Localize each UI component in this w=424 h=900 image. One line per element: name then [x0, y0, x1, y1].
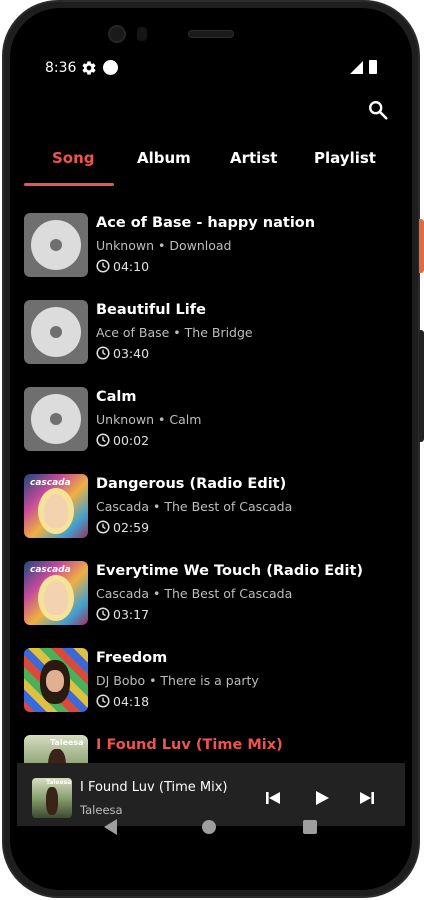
disc-placeholder-cover: [24, 213, 88, 277]
disc-icon: [31, 220, 81, 270]
song-duration-text: 00:02: [113, 433, 150, 448]
proximity-sensor: [137, 27, 147, 41]
song-row[interactable]: Beautiful Life Ace of Base • The Bridge …: [17, 300, 405, 380]
cascada-album-art: cascada: [24, 474, 88, 538]
system-nav-bar: [17, 819, 405, 850]
disc-icon: [31, 307, 81, 357]
nav-home-icon[interactable]: [202, 820, 216, 834]
song-duration-text: 04:18: [113, 694, 150, 709]
clock-icon: [96, 259, 110, 273]
cover-text: cascada: [30, 565, 71, 575]
song-row[interactable]: Ace of Base - happy nation Unknown • Dow…: [17, 213, 405, 293]
mini-player-artist: Taleesa: [80, 803, 123, 817]
song-title: Calm: [96, 389, 137, 405]
nav-back-icon[interactable]: [103, 818, 119, 836]
song-duration-text: 02:59: [113, 520, 150, 535]
search-icon[interactable]: [367, 99, 389, 121]
song-subtitle: Cascada • The Best of Cascada: [96, 586, 293, 601]
settings-gear-icon: [82, 61, 96, 75]
djbobo-album-art: [24, 648, 88, 712]
song-duration-text: 03:17: [113, 607, 150, 622]
song-subtitle: Unknown • Download: [96, 238, 232, 253]
song-duration: 02:59: [96, 520, 149, 535]
notification-dot-icon: [103, 60, 118, 75]
song-title: Dangerous (Radio Edit): [96, 476, 287, 492]
taleesa-album-art: Taleesa: [24, 735, 88, 763]
cover-text: Taleesa: [46, 779, 72, 786]
status-time: 8:36: [45, 60, 77, 76]
song-subtitle: Unknown • Calm: [96, 412, 202, 427]
song-duration: 03:40: [96, 346, 149, 361]
nav-recents-icon[interactable]: [303, 820, 317, 834]
song-duration: 00:02: [96, 433, 149, 448]
clock-icon: [96, 346, 110, 360]
clock-icon: [96, 694, 110, 708]
song-title: I Found Luv (Time Mix): [96, 737, 283, 753]
clock-icon: [96, 607, 110, 621]
clock-icon: [96, 433, 110, 447]
song-subtitle: Cascada • The Best of Cascada: [96, 499, 293, 514]
status-bar: 8:36: [17, 50, 405, 86]
song-row-now-playing[interactable]: Taleesa I Found Luv (Time Mix): [17, 735, 405, 763]
volume-button: [419, 330, 424, 442]
mini-player[interactable]: Taleesa I Found Luv (Time Mix) Taleesa: [17, 763, 405, 826]
mini-player-title: I Found Luv (Time Mix): [80, 780, 228, 795]
song-duration: 04:10: [96, 259, 149, 274]
song-list[interactable]: Ace of Base - happy nation Unknown • Dow…: [17, 200, 405, 763]
song-row[interactable]: cascada Everytime We Touch (Radio Edit) …: [17, 561, 405, 641]
skip-previous-icon[interactable]: [264, 789, 282, 807]
mini-player-cover: Taleesa: [32, 778, 72, 818]
disc-icon: [31, 394, 81, 444]
app-screen: 8:36 Song Album Artist Playlist Ace of B…: [17, 50, 405, 850]
library-tabs: Song Album Artist Playlist: [17, 146, 405, 186]
front-camera: [108, 25, 126, 43]
song-duration: 04:18: [96, 694, 149, 709]
signal-icon: [350, 61, 363, 74]
power-button: [419, 219, 424, 273]
song-subtitle: Ace of Base • The Bridge: [96, 325, 253, 340]
tab-album[interactable]: Album: [137, 149, 191, 167]
tab-playlist[interactable]: Playlist: [314, 149, 376, 167]
cover-text: Taleesa: [50, 738, 84, 747]
cover-text: cascada: [30, 478, 71, 488]
tab-song[interactable]: Song: [52, 149, 95, 167]
song-duration: 03:17: [96, 607, 149, 622]
song-row[interactable]: cascada Dangerous (Radio Edit) Cascada •…: [17, 474, 405, 554]
tab-artist[interactable]: Artist: [230, 149, 277, 167]
skip-next-icon[interactable]: [358, 789, 376, 807]
song-row[interactable]: Calm Unknown • Calm 00:02: [17, 387, 405, 467]
song-duration-text: 03:40: [113, 346, 150, 361]
play-icon[interactable]: [313, 789, 331, 807]
earpiece-speaker: [188, 30, 234, 38]
disc-placeholder-cover: [24, 387, 88, 451]
clock-icon: [96, 520, 110, 534]
song-subtitle: DJ Bobo • There is a party: [96, 673, 259, 688]
song-row[interactable]: Freedom DJ Bobo • There is a party 04:18: [17, 648, 405, 728]
song-title: Everytime We Touch (Radio Edit): [96, 563, 364, 579]
song-title: Freedom: [96, 650, 168, 666]
disc-placeholder-cover: [24, 300, 88, 364]
battery-icon: [369, 60, 377, 74]
song-title: Beautiful Life: [96, 302, 206, 318]
tab-indicator: [24, 183, 114, 186]
cascada-album-art: cascada: [24, 561, 88, 625]
song-duration-text: 04:10: [113, 259, 150, 274]
song-title: Ace of Base - happy nation: [96, 215, 316, 231]
